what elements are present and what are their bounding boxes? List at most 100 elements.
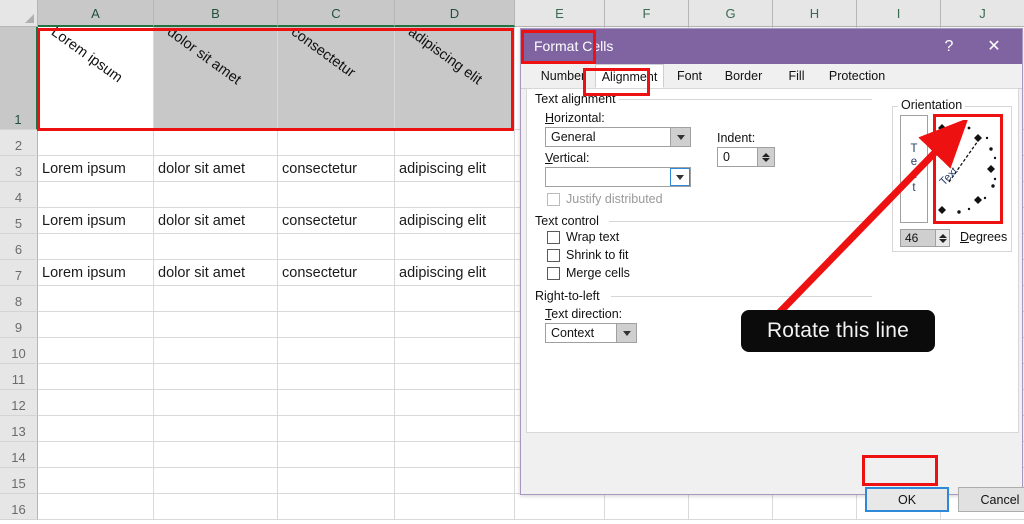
row-header-3[interactable]: 3 (0, 156, 38, 182)
cell-A8[interactable] (38, 286, 154, 311)
cell-A1[interactable]: Lorem ipsum (38, 27, 154, 129)
cell-A7[interactable]: Lorem ipsum (38, 260, 154, 285)
cell-D7[interactable]: adipiscing elit (395, 260, 515, 285)
column-header-i[interactable]: I (857, 0, 941, 27)
cell-C9[interactable] (278, 312, 395, 337)
row-header-5[interactable]: 5 (0, 208, 38, 234)
row-header-1[interactable]: 1 (0, 27, 38, 130)
row-header-13[interactable]: 13 (0, 416, 38, 442)
row-header-12[interactable]: 12 (0, 390, 38, 416)
cell-A15[interactable] (38, 468, 154, 493)
tab-alignment[interactable]: Alignment (595, 64, 664, 88)
row-header-2[interactable]: 2 (0, 130, 38, 156)
cell-B2[interactable] (154, 130, 278, 155)
cell-B5[interactable]: dolor sit amet (154, 208, 278, 233)
cell-B9[interactable] (154, 312, 278, 337)
cell-D4[interactable] (395, 182, 515, 207)
column-header-c[interactable]: C (278, 0, 395, 27)
tab-border[interactable]: Border (715, 64, 772, 88)
cell-A2[interactable] (38, 130, 154, 155)
checkbox-merge-cells[interactable] (547, 267, 560, 280)
cell-C2[interactable] (278, 130, 395, 155)
cell-C14[interactable] (278, 442, 395, 467)
checkbox-shrink-to-fit[interactable] (547, 249, 560, 262)
cell-D1[interactable]: adipiscing elit (395, 27, 515, 129)
cell-A6[interactable] (38, 234, 154, 259)
cell-B12[interactable] (154, 390, 278, 415)
column-header-j[interactable]: J (941, 0, 1024, 27)
cell-C3[interactable]: consectetur (278, 156, 395, 181)
column-header-f[interactable]: F (605, 0, 689, 27)
degrees-stepper[interactable]: 46 (900, 229, 950, 247)
vertical-text-preview[interactable]: T e x t (900, 115, 928, 223)
cell-B6[interactable] (154, 234, 278, 259)
cell-A16[interactable] (38, 494, 154, 519)
column-header-d[interactable]: D (395, 0, 515, 27)
cell-D10[interactable] (395, 338, 515, 363)
cell-C16[interactable] (278, 494, 395, 519)
cell-C6[interactable] (278, 234, 395, 259)
tab-fill[interactable]: Fill (772, 64, 821, 88)
text-direction-select[interactable]: Context (545, 323, 637, 343)
cell-A9[interactable] (38, 312, 154, 337)
cell-B14[interactable] (154, 442, 278, 467)
cell-C5[interactable]: consectetur (278, 208, 395, 233)
cell-B4[interactable] (154, 182, 278, 207)
row-header-7[interactable]: 7 (0, 260, 38, 286)
row-header-6[interactable]: 6 (0, 234, 38, 260)
help-icon[interactable]: ? (936, 35, 962, 59)
cell-B7[interactable]: dolor sit amet (154, 260, 278, 285)
cell-C10[interactable] (278, 338, 395, 363)
cell-C11[interactable] (278, 364, 395, 389)
cell-D3[interactable]: adipiscing elit (395, 156, 515, 181)
justify-distributed-checkbox[interactable] (547, 193, 560, 206)
cell-D11[interactable] (395, 364, 515, 389)
cell-B16[interactable] (154, 494, 278, 519)
cell-D8[interactable] (395, 286, 515, 311)
cell-C8[interactable] (278, 286, 395, 311)
row-header-4[interactable]: 4 (0, 182, 38, 208)
cell-B3[interactable]: dolor sit amet (154, 156, 278, 181)
cell-D13[interactable] (395, 416, 515, 441)
row-header-9[interactable]: 9 (0, 312, 38, 338)
indent-spinner-buttons[interactable] (757, 148, 774, 166)
column-header-b[interactable]: B (154, 0, 278, 27)
row-header-8[interactable]: 8 (0, 286, 38, 312)
cell-A3[interactable]: Lorem ipsum (38, 156, 154, 181)
row-header-11[interactable]: 11 (0, 364, 38, 390)
cell-A13[interactable] (38, 416, 154, 441)
row-header-16[interactable]: 16 (0, 494, 38, 520)
column-header-e[interactable]: E (515, 0, 605, 27)
cell-D14[interactable] (395, 442, 515, 467)
checkbox-wrap-text[interactable] (547, 231, 560, 244)
cell-C15[interactable] (278, 468, 395, 493)
column-header-a[interactable]: A (38, 0, 154, 27)
ok-button[interactable]: OK (865, 487, 949, 512)
cell-B15[interactable] (154, 468, 278, 493)
column-header-h[interactable]: H (773, 0, 857, 27)
cell-F16[interactable] (605, 494, 689, 519)
tab-font[interactable]: Font (664, 64, 715, 88)
cell-D6[interactable] (395, 234, 515, 259)
cell-A11[interactable] (38, 364, 154, 389)
cell-D15[interactable] (395, 468, 515, 493)
vertical-chevron-down-icon[interactable] (670, 168, 690, 186)
row-header-15[interactable]: 15 (0, 468, 38, 494)
cell-A4[interactable] (38, 182, 154, 207)
cell-C7[interactable]: consectetur (278, 260, 395, 285)
cell-C13[interactable] (278, 416, 395, 441)
cell-D5[interactable]: adipiscing elit (395, 208, 515, 233)
text-direction-chevron-down-icon[interactable] (616, 324, 636, 342)
cell-A12[interactable] (38, 390, 154, 415)
tab-number[interactable]: Number (531, 64, 595, 88)
horizontal-chevron-down-icon[interactable] (670, 128, 690, 146)
cell-D16[interactable] (395, 494, 515, 519)
row-header-14[interactable]: 14 (0, 442, 38, 468)
column-header-g[interactable]: G (689, 0, 773, 27)
orientation-dial[interactable]: Text (934, 115, 1002, 223)
cell-D12[interactable] (395, 390, 515, 415)
cell-C12[interactable] (278, 390, 395, 415)
cell-A5[interactable]: Lorem ipsum (38, 208, 154, 233)
indent-stepper[interactable]: 0 (717, 147, 775, 167)
cell-B11[interactable] (154, 364, 278, 389)
